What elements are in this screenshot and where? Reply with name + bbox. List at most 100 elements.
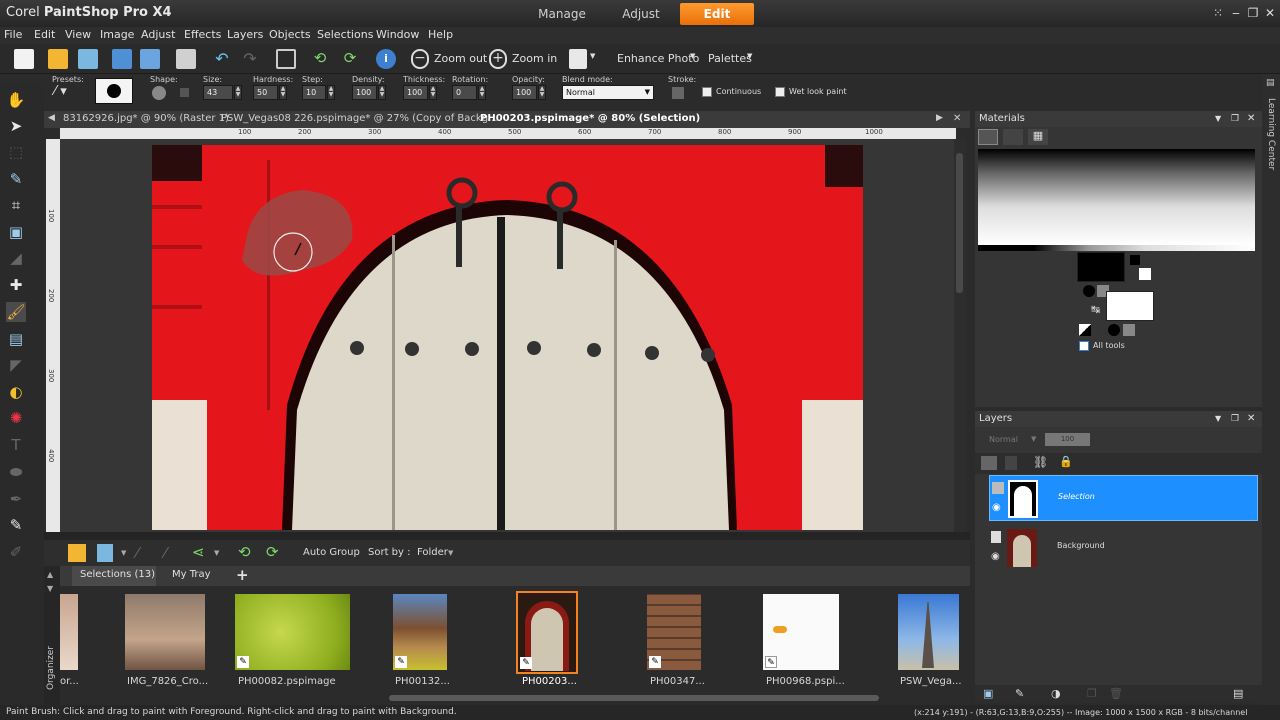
hardness-spinner[interactable]: ▲ ▼ bbox=[279, 85, 287, 100]
duplicate-layer-icon[interactable]: ❐ bbox=[1087, 687, 1097, 700]
opacity-spinner[interactable]: ▲ ▼ bbox=[538, 85, 546, 100]
layer-group-icon[interactable] bbox=[992, 482, 1004, 494]
enhance-photo-menu[interactable]: Enhance Photo bbox=[617, 52, 699, 65]
script-icon[interactable] bbox=[569, 49, 587, 69]
tab-my-tray[interactable]: My Tray bbox=[172, 569, 211, 580]
step-spinner[interactable]: ▲ ▼ bbox=[327, 85, 335, 100]
print-icon[interactable] bbox=[176, 49, 196, 69]
image-canvas[interactable] bbox=[152, 145, 863, 530]
add-tab-button[interactable]: + bbox=[236, 566, 249, 584]
thickness-spinner[interactable]: ▲ ▼ bbox=[429, 85, 437, 100]
collapse-icon[interactable]: ▲ bbox=[47, 570, 53, 579]
menu-effects[interactable]: Effects bbox=[184, 28, 221, 41]
doc-tab-psw-vegas[interactable]: PSW_Vegas08 226.pspimage* @ 27% (Copy of… bbox=[221, 113, 498, 124]
swatch-frame-icon[interactable] bbox=[978, 129, 998, 145]
blend-mode-select[interactable]: Normal ▼ bbox=[562, 85, 654, 100]
mask-layer-icon[interactable]: ◑ bbox=[1051, 687, 1061, 700]
layer-properties-icon[interactable]: ▤ bbox=[1233, 687, 1243, 700]
rotate-right-icon[interactable]: ⟳ bbox=[340, 49, 360, 69]
menu-help[interactable]: Help bbox=[428, 28, 453, 41]
chevron-down-icon[interactable]: ▼ bbox=[590, 52, 595, 60]
chevron-down-icon[interactable]: ▼ bbox=[214, 549, 219, 557]
rotation-spinner[interactable]: ▲ ▼ bbox=[478, 85, 486, 100]
doc-tab-ph00203[interactable]: PH00203.pspimage* @ 80% (Selection) bbox=[480, 113, 700, 124]
zoom-out-icon[interactable]: − bbox=[411, 49, 429, 69]
layer-row-selection[interactable]: ◉ Selection bbox=[989, 475, 1258, 521]
share-icon[interactable]: ⋖ bbox=[192, 543, 205, 561]
panel-float-icon[interactable]: ❐ bbox=[1231, 411, 1239, 427]
tab-scroll-left-icon[interactable]: ◀ bbox=[48, 113, 55, 123]
panel-menu-icon[interactable]: ▼ bbox=[1215, 411, 1221, 427]
dodge-tool-icon[interactable]: ◐ bbox=[6, 382, 26, 402]
perspective-tool-icon[interactable]: ◢ bbox=[6, 248, 26, 268]
tab-scroll-right-icon[interactable]: ▶ bbox=[936, 113, 943, 123]
color-spectrum[interactable] bbox=[978, 149, 1255, 245]
visibility-eye-icon[interactable]: ◉ bbox=[992, 502, 1001, 513]
warp-tool-icon[interactable]: ✎ bbox=[6, 515, 26, 535]
dropper-tool-icon[interactable]: ✎ bbox=[6, 169, 26, 189]
close-doc-icon[interactable]: ✕ bbox=[953, 113, 961, 124]
panel-float-icon[interactable]: ❐ bbox=[1231, 111, 1239, 127]
stroke-icon[interactable] bbox=[672, 87, 684, 99]
folder-icon[interactable] bbox=[68, 544, 86, 562]
brush-tip-preview[interactable] bbox=[95, 78, 133, 104]
restore-button[interactable]: ❐ bbox=[1245, 5, 1261, 21]
palettes-menu[interactable]: Palettes bbox=[708, 52, 752, 65]
square-shape-icon[interactable] bbox=[180, 88, 189, 97]
rotate-left-icon[interactable]: ⟲ bbox=[310, 49, 330, 69]
folder-sort-select[interactable]: Folder bbox=[417, 547, 448, 558]
pan-tool-icon[interactable]: ✋ bbox=[6, 90, 26, 110]
size-spinner[interactable]: ▲ ▼ bbox=[234, 85, 242, 100]
foreground-color-swatch[interactable] bbox=[1077, 252, 1125, 282]
thickness-input[interactable]: 100 bbox=[403, 85, 428, 100]
tab-edit[interactable]: Edit bbox=[680, 3, 754, 25]
panel-close-icon[interactable]: ✕ bbox=[1247, 411, 1255, 427]
panel-menu-icon[interactable]: ▼ bbox=[1215, 111, 1221, 127]
menu-file[interactable]: File bbox=[4, 28, 22, 41]
clone-tool-icon[interactable]: ▤ bbox=[6, 329, 26, 349]
transparent-icon[interactable] bbox=[1079, 324, 1091, 336]
new-file-icon[interactable] bbox=[14, 49, 34, 69]
thumbnail-scrollbar[interactable] bbox=[389, 695, 879, 701]
text-tool-icon[interactable]: T bbox=[6, 435, 26, 455]
selection-tool-icon[interactable]: ⬚ bbox=[6, 142, 26, 162]
rotation-input[interactable]: 0 bbox=[452, 85, 477, 100]
open-folder-icon[interactable] bbox=[48, 49, 68, 69]
new-layer-icon[interactable]: ▣ bbox=[983, 687, 993, 700]
continuous-checkbox[interactable] bbox=[702, 87, 712, 97]
panel-close-icon[interactable]: ✕ bbox=[1247, 111, 1255, 127]
opacity-input[interactable]: 100 bbox=[512, 85, 537, 100]
paint-brush-tool-icon[interactable]: 🖌 bbox=[6, 302, 26, 322]
menu-edit[interactable]: Edit bbox=[34, 28, 55, 41]
density-spinner[interactable]: ▲ ▼ bbox=[378, 85, 386, 100]
layer-name-selection[interactable]: Selection bbox=[1058, 492, 1095, 501]
layer-mask-icon[interactable] bbox=[981, 456, 997, 470]
fg-style-icon[interactable] bbox=[1083, 285, 1095, 297]
all-tools-checkbox[interactable] bbox=[1079, 341, 1089, 351]
bg-texture-icon[interactable] bbox=[1123, 324, 1135, 336]
tab-selections[interactable]: Selections (13) bbox=[80, 569, 155, 580]
pick-tool-icon[interactable]: ➤ bbox=[6, 116, 26, 136]
density-input[interactable]: 100 bbox=[352, 85, 377, 100]
delete-layer-icon[interactable]: 🗑 bbox=[1109, 687, 1123, 700]
hardness-input[interactable]: 50 bbox=[253, 85, 278, 100]
zoom-in-icon[interactable]: + bbox=[489, 49, 507, 69]
edit-tool-icon[interactable]: ⁄ bbox=[136, 544, 139, 562]
menu-window[interactable]: Window bbox=[376, 28, 419, 41]
expand-icon[interactable]: ▼ bbox=[47, 584, 53, 593]
layer-name-background[interactable]: Background bbox=[1057, 541, 1105, 550]
redo-icon[interactable]: ↷ bbox=[240, 49, 260, 69]
save-as-icon[interactable] bbox=[140, 49, 160, 69]
swatch-rainbow-icon[interactable] bbox=[1003, 129, 1023, 145]
zoom-out-button[interactable]: Zoom out bbox=[434, 52, 487, 65]
brush-layer-icon[interactable]: ✎ bbox=[1015, 687, 1024, 700]
step-input[interactable]: 10 bbox=[302, 85, 326, 100]
layer-row-background[interactable]: ◉ Background bbox=[989, 525, 1258, 571]
brush-preset-icon[interactable]: ⁄ ▾ bbox=[54, 84, 88, 102]
crop-tool-icon[interactable]: ⌗ bbox=[6, 195, 26, 215]
auto-group-button[interactable]: Auto Group bbox=[303, 547, 360, 558]
chevron-down-icon[interactable]: ▼ bbox=[121, 549, 126, 557]
replacer-tool-icon[interactable]: ◤ bbox=[6, 355, 26, 375]
wet-look-checkbox[interactable] bbox=[775, 87, 785, 97]
menu-view[interactable]: View bbox=[65, 28, 91, 41]
